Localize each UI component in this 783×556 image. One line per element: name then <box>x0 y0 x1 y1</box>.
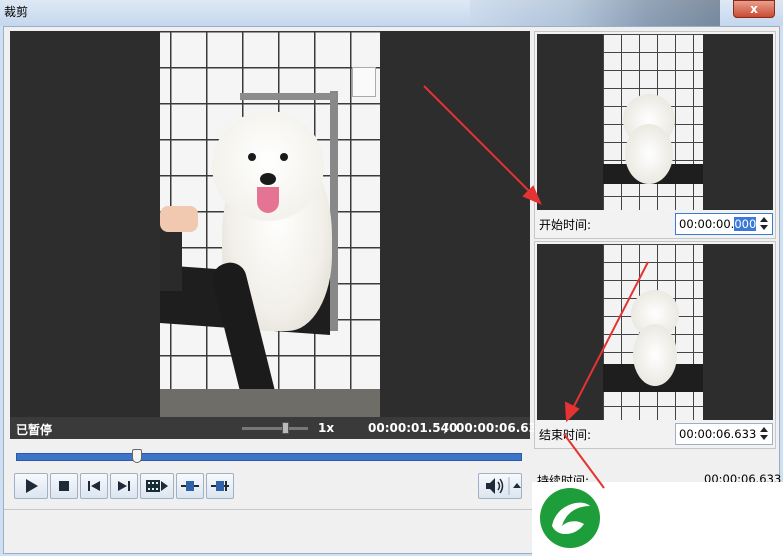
dog-head <box>212 111 324 221</box>
leaf-logo-icon <box>540 488 600 548</box>
stop-icon <box>59 481 69 491</box>
window-title: 裁剪 <box>4 5 29 19</box>
set-end-button[interactable] <box>206 473 234 499</box>
start-frame-panel: 开始时间: 00:00:00.000 <box>534 31 776 239</box>
prev-frame-button[interactable] <box>80 473 108 499</box>
stop-button[interactable] <box>50 473 78 499</box>
next-frame-button[interactable] <box>110 473 138 499</box>
end-frame-image <box>603 244 703 420</box>
spin-down-icon[interactable] <box>760 435 768 440</box>
speed-slider[interactable] <box>242 422 308 434</box>
prev-frame-icon <box>88 481 100 491</box>
close-icon: x <box>750 2 758 16</box>
end-time-label: 结束时间: <box>539 428 592 442</box>
speed-label: 1x <box>318 421 335 435</box>
watermark-logo-box <box>532 482 783 556</box>
trim-dialog: 已暂停 1x 00:00:01.540 / 00:00:06.633 开始时间:… <box>3 26 780 554</box>
grooming-arm-bar <box>240 93 336 100</box>
video-preview[interactable] <box>10 31 530 417</box>
title-bar: 裁剪 x <box>0 0 783 26</box>
end-frame-panel: 结束时间: 00:00:06.633 <box>534 241 776 449</box>
total-time: 00:00:06.633 <box>456 421 546 435</box>
set-end-icon <box>211 481 229 491</box>
dog-eye <box>280 153 288 161</box>
play-icon <box>26 479 38 493</box>
speed-slider-thumb[interactable] <box>282 422 289 434</box>
spin-down-icon[interactable] <box>760 225 768 230</box>
background-window-strip <box>470 0 720 26</box>
next-frame-icon <box>118 481 130 491</box>
start-time-spinner[interactable]: 00:00:00.000 <box>675 213 773 235</box>
spinner-arrows[interactable] <box>758 426 770 442</box>
end-frame-preview[interactable] <box>537 244 773 420</box>
spin-up-icon[interactable] <box>760 217 768 222</box>
set-start-button[interactable] <box>176 473 204 499</box>
end-time-value[interactable]: 00:00:06.633 <box>679 427 756 441</box>
floor <box>160 389 380 417</box>
dog-nose <box>260 173 276 185</box>
start-frame-image <box>603 34 703 210</box>
wall-outlet <box>352 67 376 97</box>
start-time-label: 开始时间: <box>539 218 592 232</box>
divider <box>4 509 532 510</box>
dog-body <box>625 124 673 184</box>
clip-icon <box>146 480 168 492</box>
end-time-spinner[interactable]: 00:00:06.633 <box>675 423 773 445</box>
dog-tongue <box>257 187 279 213</box>
set-start-icon <box>181 481 199 491</box>
volume-icon <box>486 477 521 495</box>
start-frame-preview[interactable] <box>537 34 773 210</box>
spin-up-icon[interactable] <box>760 427 768 432</box>
dog-body <box>633 324 677 386</box>
video-frame <box>160 31 380 417</box>
timeline-track[interactable] <box>16 449 522 463</box>
dog-eye <box>248 153 256 161</box>
start-time-value[interactable]: 00:00:00.000 <box>679 217 757 231</box>
timeline-thumb[interactable] <box>132 449 142 463</box>
spinner-arrows[interactable] <box>758 216 770 232</box>
play-button[interactable] <box>14 473 48 499</box>
clip-button[interactable] <box>140 473 174 499</box>
person-hand <box>160 206 198 232</box>
playback-status-bar: 已暂停 1x 00:00:01.540 / 00:00:06.633 <box>10 417 545 439</box>
start-time-text: 00:00:00. <box>679 217 735 231</box>
time-separator: / <box>444 421 449 435</box>
grooming-arm-pole <box>330 91 338 331</box>
start-time-selection: 000 <box>734 217 757 231</box>
volume-button[interactable] <box>478 473 522 499</box>
close-button[interactable]: x <box>733 0 775 18</box>
playback-status: 已暂停 <box>16 423 53 437</box>
